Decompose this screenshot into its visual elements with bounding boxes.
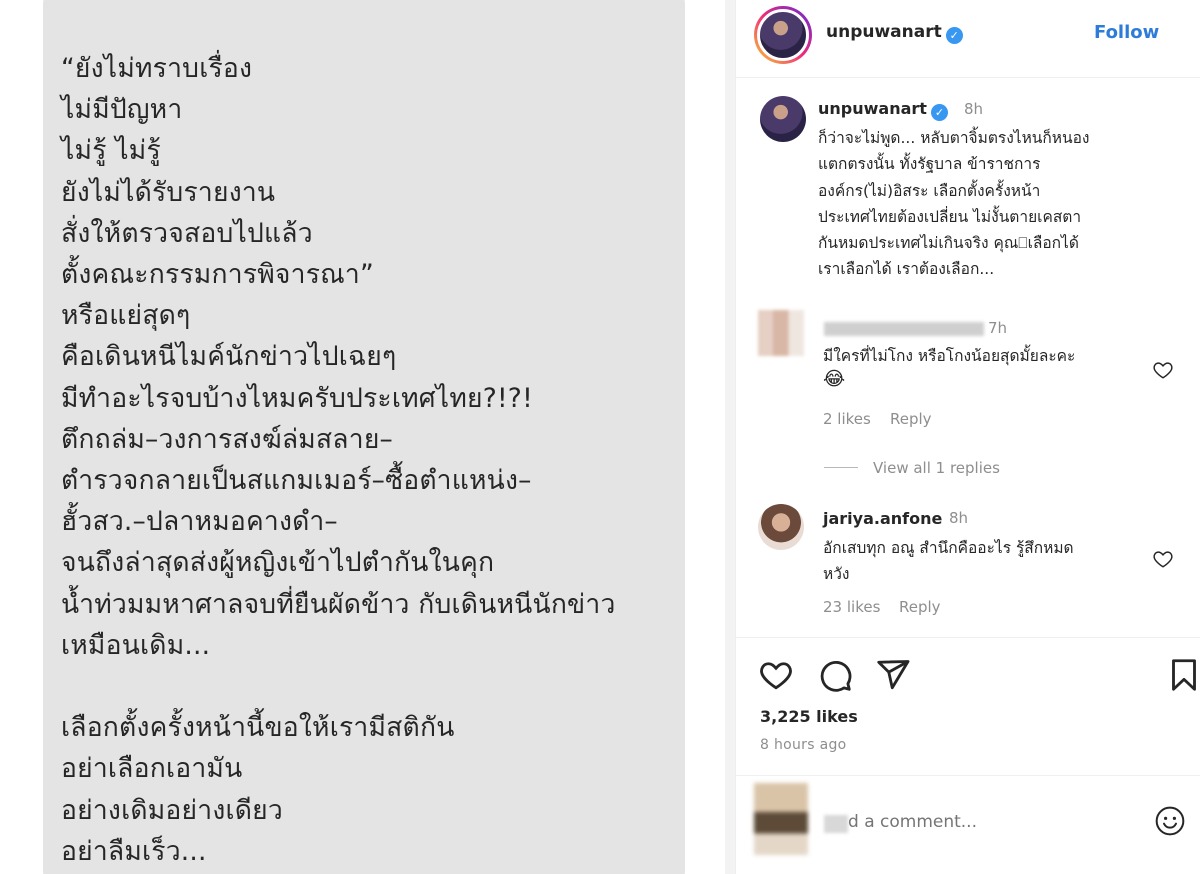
emoji-picker-icon[interactable]: [1154, 805, 1186, 837]
comment-likes[interactable]: 2 likes: [823, 410, 871, 428]
verified-badge-icon: ✓: [945, 27, 963, 44]
post-image-line: เลือกตั้งครั้งหน้านี้ขอให้เรามีสติกัน: [61, 712, 455, 744]
post-image-line: อย่าเลือกเอามัน: [61, 753, 243, 785]
post-image-line: อย่างเดิมอย่างเดียว: [61, 794, 283, 826]
commenter-username[interactable]: jariya.anfone: [823, 509, 942, 528]
comment-box-blurred-prefix: [824, 815, 848, 833]
caption-text: ก็ว่าจะไม่พูด... หลับตาจิ้มตรงไหนก็หนอง …: [818, 129, 1090, 279]
comment-likes[interactable]: 23 likes: [823, 598, 880, 616]
post-image-text: “ยังไม่ทราบเรื่องไม่มีปัญหาไม่รู้ ไม่รู้…: [61, 48, 681, 872]
post-image-line: น้ำท่วมมหาศาลจบที่ยืนผัดข้าว กับเดินหนีน…: [61, 588, 616, 620]
post-image-line: หรือแย่สุดๆ: [61, 300, 191, 332]
post-image-line: มีทำอะไรจบบ้างไหมครับประเทศไทย?!?!: [61, 382, 533, 414]
post-image-line: [61, 666, 681, 707]
view-all-replies-button[interactable]: View all 1 replies: [873, 459, 1000, 477]
like-heart-icon[interactable]: [758, 657, 794, 693]
add-comment-input[interactable]: [848, 812, 1148, 832]
author-username[interactable]: unpuwanart ✓: [826, 22, 963, 44]
comment-like-heart-icon[interactable]: [1152, 548, 1174, 570]
post-image-line: ตั้งคณะกรรมการพิจารณา”: [61, 259, 374, 291]
share-icon[interactable]: [875, 657, 911, 693]
viewer-avatar: [754, 783, 808, 855]
post-image-line: ฮั้วสว.–ปลาหมอคางดำ–: [61, 506, 338, 538]
divider: [736, 637, 1200, 638]
commenter-avatar[interactable]: [758, 310, 804, 356]
comment-reply-button[interactable]: Reply: [890, 410, 932, 428]
post-image-line: ไม่มีปัญหา: [61, 94, 183, 126]
likes-count[interactable]: 3,225 likes: [760, 707, 858, 726]
commenter-username-blurred[interactable]: [824, 322, 984, 336]
post-image-line: “ยังไม่ทราบเรื่อง: [61, 53, 253, 84]
post-image-line: ยังไม่ได้รับรายงาน: [61, 176, 276, 208]
post-image-line: ตำรวจกลายเป็นสแกมเมอร์–ซื้อตำแหน่ง–: [61, 465, 532, 497]
post-image-line: เหมือนเดิม...: [61, 629, 211, 661]
post-side-panel: unpuwanart ✓ Follow unpuwanart ✓ 8h ก็ว่าจ…: [735, 0, 1200, 874]
view-replies-line: [824, 467, 858, 468]
author-username-text[interactable]: unpuwanart: [826, 22, 942, 42]
caption-username-text[interactable]: unpuwanart: [818, 99, 927, 118]
post-image-line: อย่าลืมเร็ว...: [61, 835, 207, 867]
post-header: unpuwanart ✓ Follow: [736, 0, 1200, 78]
post-image-line: คือเดินหนีไมค์นักข่าวไปเฉยๆ: [61, 341, 397, 373]
post-image-line: จนถึงล่าสุดส่งผู้หญิงเข้าไปตำกันในคุก: [61, 547, 495, 579]
bookmark-icon[interactable]: [1166, 657, 1200, 693]
caption-avatar[interactable]: [760, 96, 806, 142]
caption-time[interactable]: 8h: [964, 100, 983, 118]
post-time-ago[interactable]: 8 hours ago: [760, 737, 847, 753]
post-image-line: ไม่รู้ ไม่รู้: [61, 135, 161, 167]
comment-text: มีใครที่ไม่โกง หรือโกงน้อยสุดมั้ยละคะ: [823, 347, 1076, 365]
caption-author[interactable]: unpuwanart ✓: [818, 99, 948, 121]
comment-icon[interactable]: [817, 657, 853, 693]
post-image-line: สั่งให้ตรวจสอบไปแล้ว: [61, 217, 313, 249]
comment-time[interactable]: 7h: [988, 319, 1007, 337]
comment-text: อักเสบทุก อณู สำนึกคืออะไร รู้สึกหมด หวั…: [823, 539, 1074, 583]
comment-emoji: 😂: [823, 368, 846, 390]
divider: [725, 0, 735, 874]
comment-time[interactable]: 8h: [949, 509, 968, 527]
divider: [736, 775, 1200, 776]
post-image-line: ตึกถล่ม–วงการสงฆ์ล่มสลาย–: [61, 423, 393, 455]
comment-like-heart-icon[interactable]: [1152, 359, 1174, 381]
author-avatar[interactable]: [754, 6, 812, 64]
comment-reply-button[interactable]: Reply: [899, 598, 941, 616]
commenter-avatar[interactable]: [758, 504, 804, 550]
follow-button[interactable]: Follow: [1094, 22, 1159, 43]
verified-badge-icon: ✓: [930, 104, 948, 121]
